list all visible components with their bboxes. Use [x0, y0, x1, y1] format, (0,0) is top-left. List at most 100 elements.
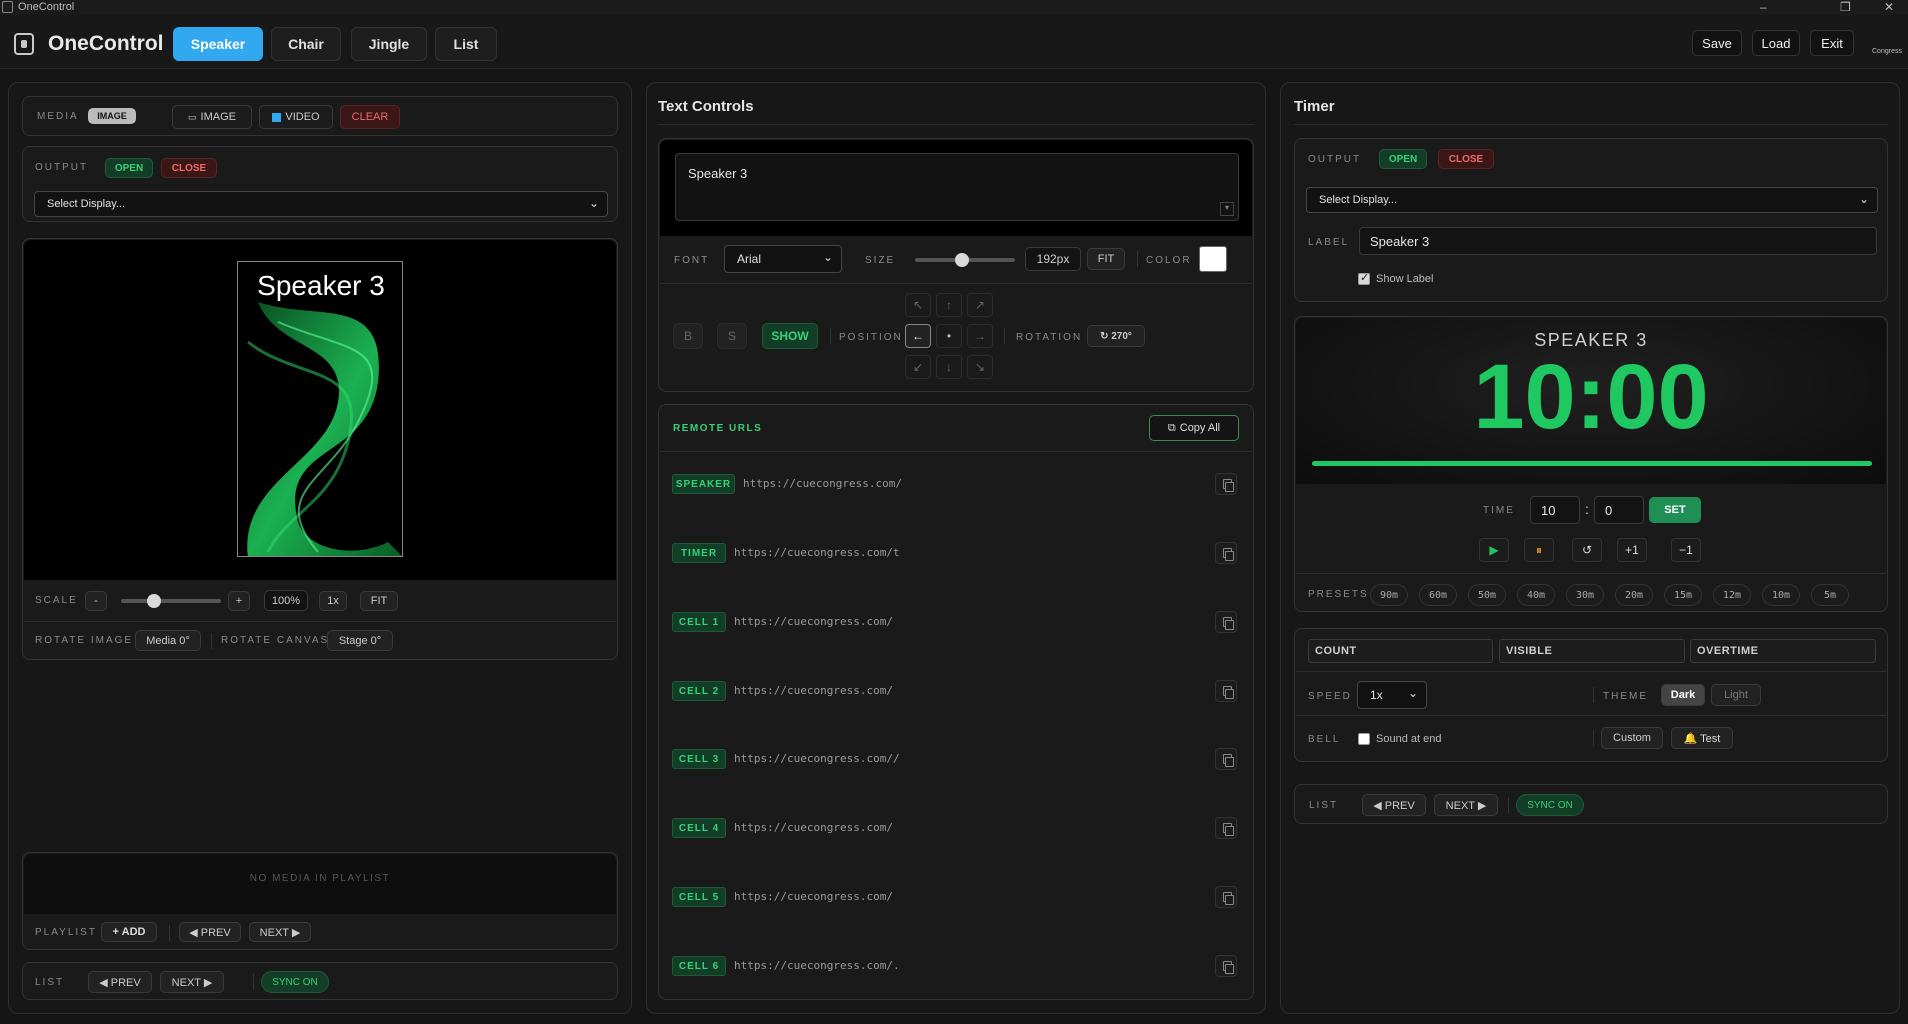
test-bell-button[interactable]: 🔔 Test: [1671, 727, 1733, 749]
position-center[interactable]: •: [936, 324, 962, 348]
bold-button[interactable]: B: [673, 323, 703, 349]
url-cell-5[interactable]: https://cuecongress.com/: [734, 890, 893, 903]
theme-light-button[interactable]: Light: [1711, 684, 1761, 706]
copy-icon[interactable]: [1215, 955, 1237, 977]
exit-button[interactable]: Exit: [1810, 30, 1854, 56]
count-mode-toggle[interactable]: COUNT: [1308, 639, 1493, 663]
visible-toggle[interactable]: VISIBLE: [1499, 639, 1685, 663]
speed-select[interactable]: 1x ⌄: [1357, 681, 1427, 709]
url-speaker[interactable]: https://cuecongress.com/: [743, 477, 902, 490]
preset-20m[interactable]: 20m: [1615, 584, 1653, 606]
text-input[interactable]: Speaker 3 ▾: [675, 153, 1239, 221]
font-select[interactable]: Arial ⌄: [724, 245, 842, 273]
timer-close-button[interactable]: CLOSE: [1438, 149, 1494, 169]
show-text-toggle[interactable]: SHOW: [762, 323, 818, 349]
tab-speaker[interactable]: Speaker: [173, 27, 263, 61]
size-slider-knob[interactable]: [955, 253, 969, 267]
display-select[interactable]: Select Display... ⌄: [34, 191, 608, 217]
preset-5m[interactable]: 5m: [1811, 584, 1849, 606]
rotate-canvas-button[interactable]: Stage 0°: [327, 630, 393, 651]
copy-icon[interactable]: [1215, 680, 1237, 702]
timer-sync-toggle[interactable]: SYNC ON: [1516, 794, 1584, 816]
playlist-add-button[interactable]: + ADD: [101, 922, 157, 942]
scale-plus-button[interactable]: +: [228, 591, 250, 611]
copy-icon[interactable]: [1215, 817, 1237, 839]
list-next-button[interactable]: NEXT ▶: [160, 971, 224, 993]
position-right[interactable]: →: [967, 324, 993, 348]
time-seconds-input[interactable]: 0: [1594, 496, 1644, 524]
scale-minus-button[interactable]: -: [85, 591, 107, 611]
url-cell-6[interactable]: https://cuecongress.com/.: [734, 959, 900, 972]
show-label-checkbox[interactable]: [1358, 271, 1370, 285]
output-open-button[interactable]: OPEN: [105, 158, 153, 178]
url-cell-2[interactable]: https://cuecongress.com/: [734, 684, 893, 697]
video-button[interactable]: VIDEO: [259, 105, 333, 129]
close-window-icon[interactable]: ✕: [1884, 0, 1894, 14]
strike-button[interactable]: S: [717, 323, 747, 349]
url-cell-1[interactable]: https://cuecongress.com/: [734, 615, 893, 628]
play-button[interactable]: ▶: [1479, 538, 1509, 562]
timer-list-next-button[interactable]: NEXT ▶: [1434, 794, 1498, 816]
preset-15m[interactable]: 15m: [1664, 584, 1702, 606]
plus-one-button[interactable]: +1: [1617, 538, 1647, 562]
scale-fit-button[interactable]: FIT: [360, 591, 398, 611]
list-prev-button[interactable]: ◀ PREV: [88, 971, 152, 993]
copy-icon[interactable]: [1215, 611, 1237, 633]
scale-slider[interactable]: [121, 599, 221, 603]
sound-at-end-checkbox[interactable]: [1358, 733, 1370, 745]
preset-40m[interactable]: 40m: [1517, 584, 1555, 606]
position-top-right[interactable]: ↗: [967, 293, 993, 317]
set-time-button[interactable]: SET: [1649, 497, 1701, 523]
position-bottom-left[interactable]: ↙: [905, 355, 931, 379]
preset-60m[interactable]: 60m: [1419, 584, 1457, 606]
size-fit-button[interactable]: FIT: [1087, 248, 1125, 270]
preset-90m[interactable]: 90m: [1370, 584, 1408, 606]
playlist-prev-button[interactable]: ◀ PREV: [179, 922, 241, 942]
copy-icon[interactable]: [1215, 542, 1237, 564]
theme-dark-button[interactable]: Dark: [1661, 684, 1705, 706]
scale-slider-knob[interactable]: [147, 594, 161, 608]
preset-12m[interactable]: 12m: [1713, 584, 1751, 606]
rotation-button[interactable]: ↻ 270°: [1087, 325, 1145, 347]
rotate-image-button[interactable]: Media 0°: [135, 630, 201, 651]
overtime-toggle[interactable]: OVERTIME: [1690, 639, 1876, 663]
pause-button[interactable]: ⏸: [1524, 538, 1554, 562]
position-top[interactable]: ↑: [936, 293, 962, 317]
load-button[interactable]: Load: [1752, 30, 1800, 56]
tab-chair[interactable]: Chair: [271, 27, 341, 61]
preset-10m[interactable]: 10m: [1762, 584, 1800, 606]
position-top-left[interactable]: ↖: [905, 293, 931, 317]
copy-icon[interactable]: [1215, 473, 1237, 495]
url-timer[interactable]: https://cuecongress.com/t: [734, 546, 900, 559]
url-cell-3[interactable]: https://cuecongress.com//: [734, 752, 900, 765]
position-left[interactable]: ←: [905, 324, 931, 348]
scale-1x-button[interactable]: 1x: [319, 591, 347, 611]
minus-one-button[interactable]: −1: [1671, 538, 1701, 562]
clear-button[interactable]: CLEAR: [340, 105, 400, 129]
position-bottom-right[interactable]: ↘: [967, 355, 993, 379]
copy-icon[interactable]: [1215, 748, 1237, 770]
output-close-button[interactable]: CLOSE: [161, 158, 217, 178]
size-value-input[interactable]: 192px: [1025, 247, 1081, 271]
custom-bell-button[interactable]: Custom: [1601, 727, 1663, 749]
reset-button[interactable]: ↺: [1572, 538, 1602, 562]
minimize-icon[interactable]: –: [1760, 0, 1767, 14]
tab-list[interactable]: List: [435, 27, 497, 61]
copy-all-button[interactable]: ⧉ Copy All: [1149, 415, 1239, 441]
preset-30m[interactable]: 30m: [1566, 584, 1604, 606]
save-button[interactable]: Save: [1692, 30, 1742, 56]
position-bottom[interactable]: ↓: [936, 355, 962, 379]
image-button[interactable]: ▭ IMAGE: [172, 105, 252, 129]
playlist-next-button[interactable]: NEXT ▶: [249, 922, 311, 942]
timer-list-prev-button[interactable]: ◀ PREV: [1362, 794, 1426, 816]
copy-icon[interactable]: [1215, 886, 1237, 908]
resize-handle-icon[interactable]: ▾: [1220, 202, 1234, 216]
timer-display-select[interactable]: Select Display... ⌄: [1306, 187, 1878, 213]
restore-icon[interactable]: ❐: [1840, 0, 1851, 14]
timer-label-input[interactable]: Speaker 3: [1359, 227, 1877, 255]
color-swatch[interactable]: [1199, 246, 1227, 272]
scale-value-input[interactable]: 100%: [264, 590, 308, 611]
preset-50m[interactable]: 50m: [1468, 584, 1506, 606]
time-minutes-input[interactable]: 10: [1530, 496, 1580, 524]
tab-jingle[interactable]: Jingle: [351, 27, 427, 61]
